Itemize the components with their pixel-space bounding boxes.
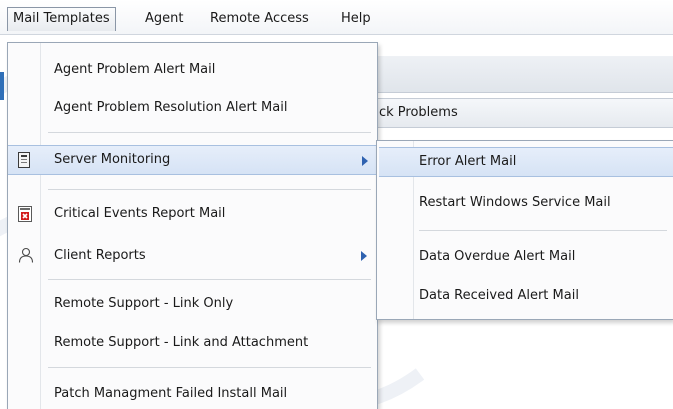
menu-item-server-monitoring[interactable]: Server Monitoring	[8, 145, 378, 175]
menu-item-label: Data Overdue Alert Mail	[419, 249, 576, 264]
menu-separator	[48, 189, 371, 190]
menu-item-label: Restart Windows Service Mail	[419, 195, 611, 210]
menu-item-label: Patch Managment Failed Install Mail	[54, 386, 288, 401]
background-header-text: ck Problems	[379, 105, 458, 120]
critical-report-icon	[18, 206, 32, 222]
menu-item-label: Remote Support - Link and Attachment	[54, 335, 309, 350]
menu-item-label: Agent Problem Alert Mail	[54, 62, 216, 77]
menu-separator	[48, 279, 371, 280]
menu-item-label: Agent Problem Resolution Alert Mail	[54, 100, 288, 115]
server-icon	[18, 152, 30, 168]
menu-item-remote-support-link-only[interactable]: Remote Support - Link Only	[8, 289, 377, 319]
menu-item-agent-problem-alert-mail[interactable]: Agent Problem Alert Mail	[8, 55, 377, 85]
menu-item-label: Remote Support - Link Only	[54, 296, 234, 311]
server-monitoring-submenu: Error Alert Mail Restart Windows Service…	[376, 140, 673, 320]
menu-item-label: Data Received Alert Mail	[419, 288, 579, 303]
mail-templates-dropdown: Agent Problem Alert Mail Agent Problem R…	[7, 42, 378, 409]
menu-separator	[419, 230, 667, 231]
menu-item-remote-support-link-and-attachment[interactable]: Remote Support - Link and Attachment	[8, 328, 377, 358]
person-icon	[18, 247, 34, 263]
menu-item-label: Critical Events Report Mail	[54, 206, 226, 221]
submenu-arrow-icon	[362, 156, 368, 166]
submenu-arrow-icon	[361, 251, 367, 261]
background-toolbar	[378, 56, 673, 93]
menu-item-critical-events-report-mail[interactable]: Critical Events Report Mail	[8, 199, 377, 229]
menu-item-data-received-alert-mail[interactable]: Data Received Alert Mail	[377, 281, 673, 311]
background-panel-edge	[0, 72, 4, 100]
menu-agent[interactable]: Agent	[140, 9, 188, 31]
background-column-header: ck Problems	[378, 98, 673, 128]
menu-item-label: Server Monitoring	[54, 152, 171, 167]
menu-item-label: Error Alert Mail	[419, 154, 517, 169]
menu-item-client-reports[interactable]: Client Reports	[8, 241, 377, 271]
menu-separator	[48, 367, 371, 368]
menu-item-agent-problem-resolution-alert-mail[interactable]: Agent Problem Resolution Alert Mail	[8, 93, 377, 123]
menu-bar: Mail Templates Agent Remote Access Help	[0, 0, 673, 35]
menu-remote-access[interactable]: Remote Access	[205, 9, 314, 31]
menu-item-restart-windows-service-mail[interactable]: Restart Windows Service Mail	[377, 188, 673, 218]
menu-separator	[48, 132, 371, 133]
menu-item-data-overdue-alert-mail[interactable]: Data Overdue Alert Mail	[377, 242, 673, 272]
menu-item-patch-management-failed-install-mail[interactable]: Patch Managment Failed Install Mail	[8, 379, 377, 409]
menu-help[interactable]: Help	[336, 9, 376, 31]
menu-item-label: Client Reports	[54, 248, 146, 263]
menu-item-error-alert-mail[interactable]: Error Alert Mail	[379, 147, 673, 177]
menu-mail-templates[interactable]: Mail Templates	[7, 7, 116, 31]
